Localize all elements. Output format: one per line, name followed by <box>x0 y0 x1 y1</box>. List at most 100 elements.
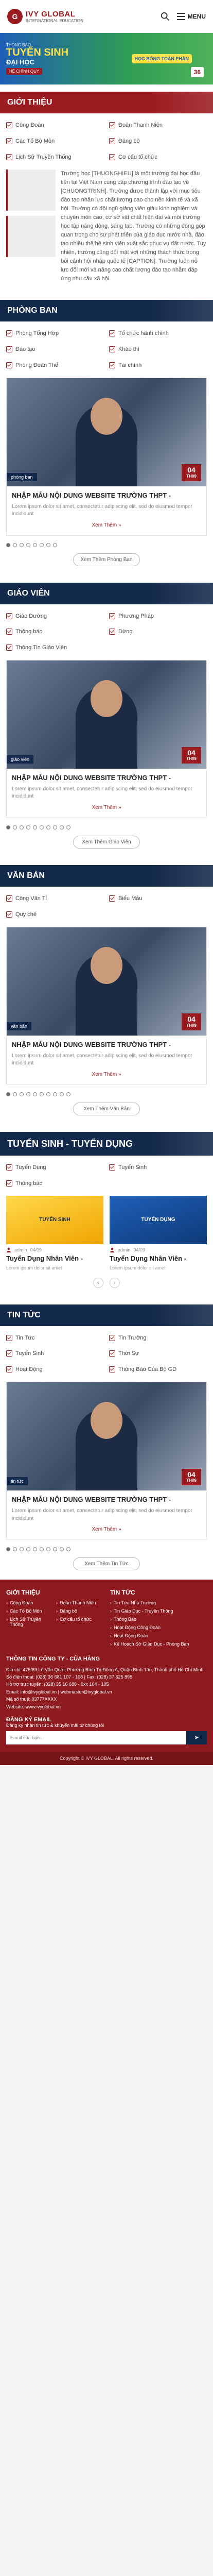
carousel-dot[interactable] <box>40 1547 44 1552</box>
carousel-dot[interactable] <box>40 825 44 829</box>
intro-link[interactable]: Đảng bộ <box>109 135 207 147</box>
chevron-right-icon[interactable]: › <box>110 1277 120 1288</box>
footer-link[interactable]: Tin Giáo Dục - Truyền Thông <box>110 1608 207 1614</box>
carousel-dot[interactable] <box>33 1547 37 1552</box>
intro-link[interactable]: Cơ cấu tổ chức <box>109 151 207 163</box>
carousel-dot[interactable] <box>53 543 57 547</box>
carousel-dot[interactable] <box>6 1547 10 1552</box>
carousel-dot[interactable] <box>6 543 10 547</box>
carousel-dot[interactable] <box>46 543 50 547</box>
footer-link[interactable]: Hoạt Động Đoàn <box>110 1633 207 1638</box>
carousel-dot[interactable] <box>33 543 37 547</box>
news-link[interactable]: Thời Sự <box>109 1348 207 1360</box>
carousel-dot[interactable] <box>40 1092 44 1096</box>
carousel-dot[interactable] <box>60 825 64 829</box>
carousel-dot[interactable] <box>46 1547 50 1552</box>
view-more-news-button[interactable]: Xem Thêm Tin Tức <box>73 1557 140 1571</box>
department-link[interactable]: Phòng Đoàn Thể <box>6 360 104 371</box>
carousel-dot[interactable] <box>6 1092 10 1096</box>
teacher-link[interactable]: Phương Pháp <box>109 611 207 622</box>
carousel-dot[interactable] <box>20 825 24 829</box>
carousel-dot[interactable] <box>66 1547 70 1552</box>
read-more-link[interactable]: Xem Thêm » <box>12 522 201 528</box>
carousel-dot[interactable] <box>26 543 30 547</box>
hero-banner[interactable]: THÔNG BÁO TUYỂN SINH ĐẠI HỌC HỆ CHÍNH QU… <box>0 33 213 84</box>
chevron-left-icon[interactable]: ‹ <box>93 1277 103 1288</box>
teacher-link[interactable]: Dừng <box>109 626 207 638</box>
department-link[interactable]: Tổ chức hành chính <box>109 328 207 340</box>
carousel-dot[interactable] <box>60 1092 64 1096</box>
carousel-dot[interactable] <box>26 825 30 829</box>
carousel-dot[interactable] <box>66 825 70 829</box>
post-card[interactable]: giáo viên 04 TH09 NHẬP MẪU NỘI DUNG WEBSI… <box>6 660 207 818</box>
admission-card[interactable]: TUYỂN SINH admin 04/09 Tuyển Dụng Nhân V… <box>6 1195 103 1272</box>
footer-link[interactable]: Lịch Sử Truyền Thống <box>6 1617 53 1627</box>
intro-link[interactable]: Công Đoàn <box>6 120 104 131</box>
carousel-dot[interactable] <box>53 825 57 829</box>
menu-button[interactable]: MENU <box>176 12 206 20</box>
view-more-documents-button[interactable]: Xem Thêm Văn Bản <box>73 1102 140 1115</box>
carousel-dot[interactable] <box>46 825 50 829</box>
post-title[interactable]: NHẬP MẪU NỘI DUNG WEBSITE TRƯỜNG THPT - <box>12 492 201 500</box>
site-logo[interactable]: G IVY GLOBAL INTERNATIONAL EDUCATION <box>7 8 83 24</box>
carousel-dot[interactable] <box>13 825 17 829</box>
news-link[interactable]: Tin Tức <box>6 1332 104 1344</box>
search-icon[interactable] <box>161 12 170 21</box>
carousel-dot[interactable] <box>20 1547 24 1552</box>
carousel-dot[interactable] <box>26 1547 30 1552</box>
department-link[interactable]: Tài chính <box>109 360 207 371</box>
read-more-link[interactable]: Xem Thêm » <box>12 1072 201 1077</box>
read-more-link[interactable]: Xem Thêm » <box>12 1527 201 1532</box>
intro-link[interactable]: Các Tổ Bộ Môn <box>6 135 104 147</box>
post-card[interactable]: văn bản 04 TH09 NHẬP MẪU NỘI DUNG WEBSITE… <box>6 926 207 1085</box>
document-link[interactable]: Quy chế <box>6 909 104 921</box>
carousel-dot[interactable] <box>66 1092 70 1096</box>
view-more-departments-button[interactable]: Xem Thêm Phòng Ban <box>73 553 140 566</box>
read-more-link[interactable]: Xem Thêm » <box>12 805 201 810</box>
post-title[interactable]: NHẬP MẪU NỘI DUNG WEBSITE TRƯỜNG THPT - <box>12 1496 201 1504</box>
carousel-dot[interactable] <box>53 1547 57 1552</box>
department-link[interactable]: Khảo thí <box>109 344 207 355</box>
intro-link[interactable]: Lịch Sử Truyền Thống <box>6 151 104 163</box>
footer-link[interactable]: Kế Hoạch Sở Giáo Dục - Phòng Ban <box>110 1641 207 1647</box>
news-link[interactable]: Tuyển Sinh <box>6 1348 104 1360</box>
footer-link[interactable]: Hoạt Động Công Đoàn <box>110 1625 207 1630</box>
carousel-dot[interactable] <box>20 543 24 547</box>
post-card[interactable]: tin tức 04 TH09 NHẬP MẪU NỘI DUNG WEBSITE… <box>6 1382 207 1540</box>
carousel-dot[interactable] <box>13 1092 17 1096</box>
footer-link[interactable]: Công Đoàn <box>6 1600 53 1605</box>
teacher-link[interactable]: Thông báo <box>6 626 104 638</box>
carousel-dot[interactable] <box>33 825 37 829</box>
teacher-link[interactable]: Giáo Dường <box>6 611 104 622</box>
admission-link[interactable]: Thông báo <box>6 1178 104 1190</box>
footer-link[interactable]: Đảng bộ <box>56 1608 103 1614</box>
carousel-dot[interactable] <box>6 825 10 829</box>
newsletter-email-input[interactable] <box>6 1731 186 1744</box>
carousel-dot[interactable] <box>26 1092 30 1096</box>
carousel-dot[interactable] <box>33 1092 37 1096</box>
document-link[interactable]: Công Văn Tỉ <box>6 893 104 905</box>
intro-link[interactable]: Đoàn Thanh Niên <box>109 120 207 131</box>
carousel-dot[interactable] <box>20 1092 24 1096</box>
post-title[interactable]: NHẬP MẪU NỘI DUNG WEBSITE TRƯỜNG THPT - <box>12 774 201 783</box>
footer-link[interactable]: Các Tổ Bộ Môn <box>6 1608 53 1614</box>
footer-link[interactable]: Tin Tức Nhà Trường <box>110 1600 207 1605</box>
carousel-dot[interactable] <box>13 1547 17 1552</box>
department-link[interactable]: Đào tạo <box>6 344 104 355</box>
view-more-teachers-button[interactable]: Xem Thêm Giáo Viên <box>73 835 140 849</box>
footer-link[interactable]: Thông Báo <box>110 1617 207 1622</box>
carousel-dot[interactable] <box>53 1092 57 1096</box>
department-link[interactable]: Phòng Tổng Hợp <box>6 328 104 340</box>
carousel-dot[interactable] <box>40 543 44 547</box>
admission-link[interactable]: Tuyển Dụng <box>6 1162 104 1174</box>
admission-title[interactable]: Tuyển Dụng Nhân Viên - <box>6 1255 103 1263</box>
news-link[interactable]: Thông Báo Của Bộ GD <box>109 1364 207 1376</box>
admission-card[interactable]: TUYỂN DỤNG admin 04/09 Tuyển Dụng Nhân V… <box>110 1195 207 1272</box>
footer-link[interactable]: Cơ cấu tổ chức <box>56 1617 103 1627</box>
post-title[interactable]: NHẬP MẪU NỘI DUNG WEBSITE TRƯỜNG THPT - <box>12 1041 201 1049</box>
carousel-dot[interactable] <box>13 543 17 547</box>
document-link[interactable]: Biểu Mẫu <box>109 893 207 905</box>
admission-link[interactable]: Tuyển Sinh <box>109 1162 207 1174</box>
carousel-dot[interactable] <box>60 1547 64 1552</box>
news-link[interactable]: Hoạt Động <box>6 1364 104 1376</box>
